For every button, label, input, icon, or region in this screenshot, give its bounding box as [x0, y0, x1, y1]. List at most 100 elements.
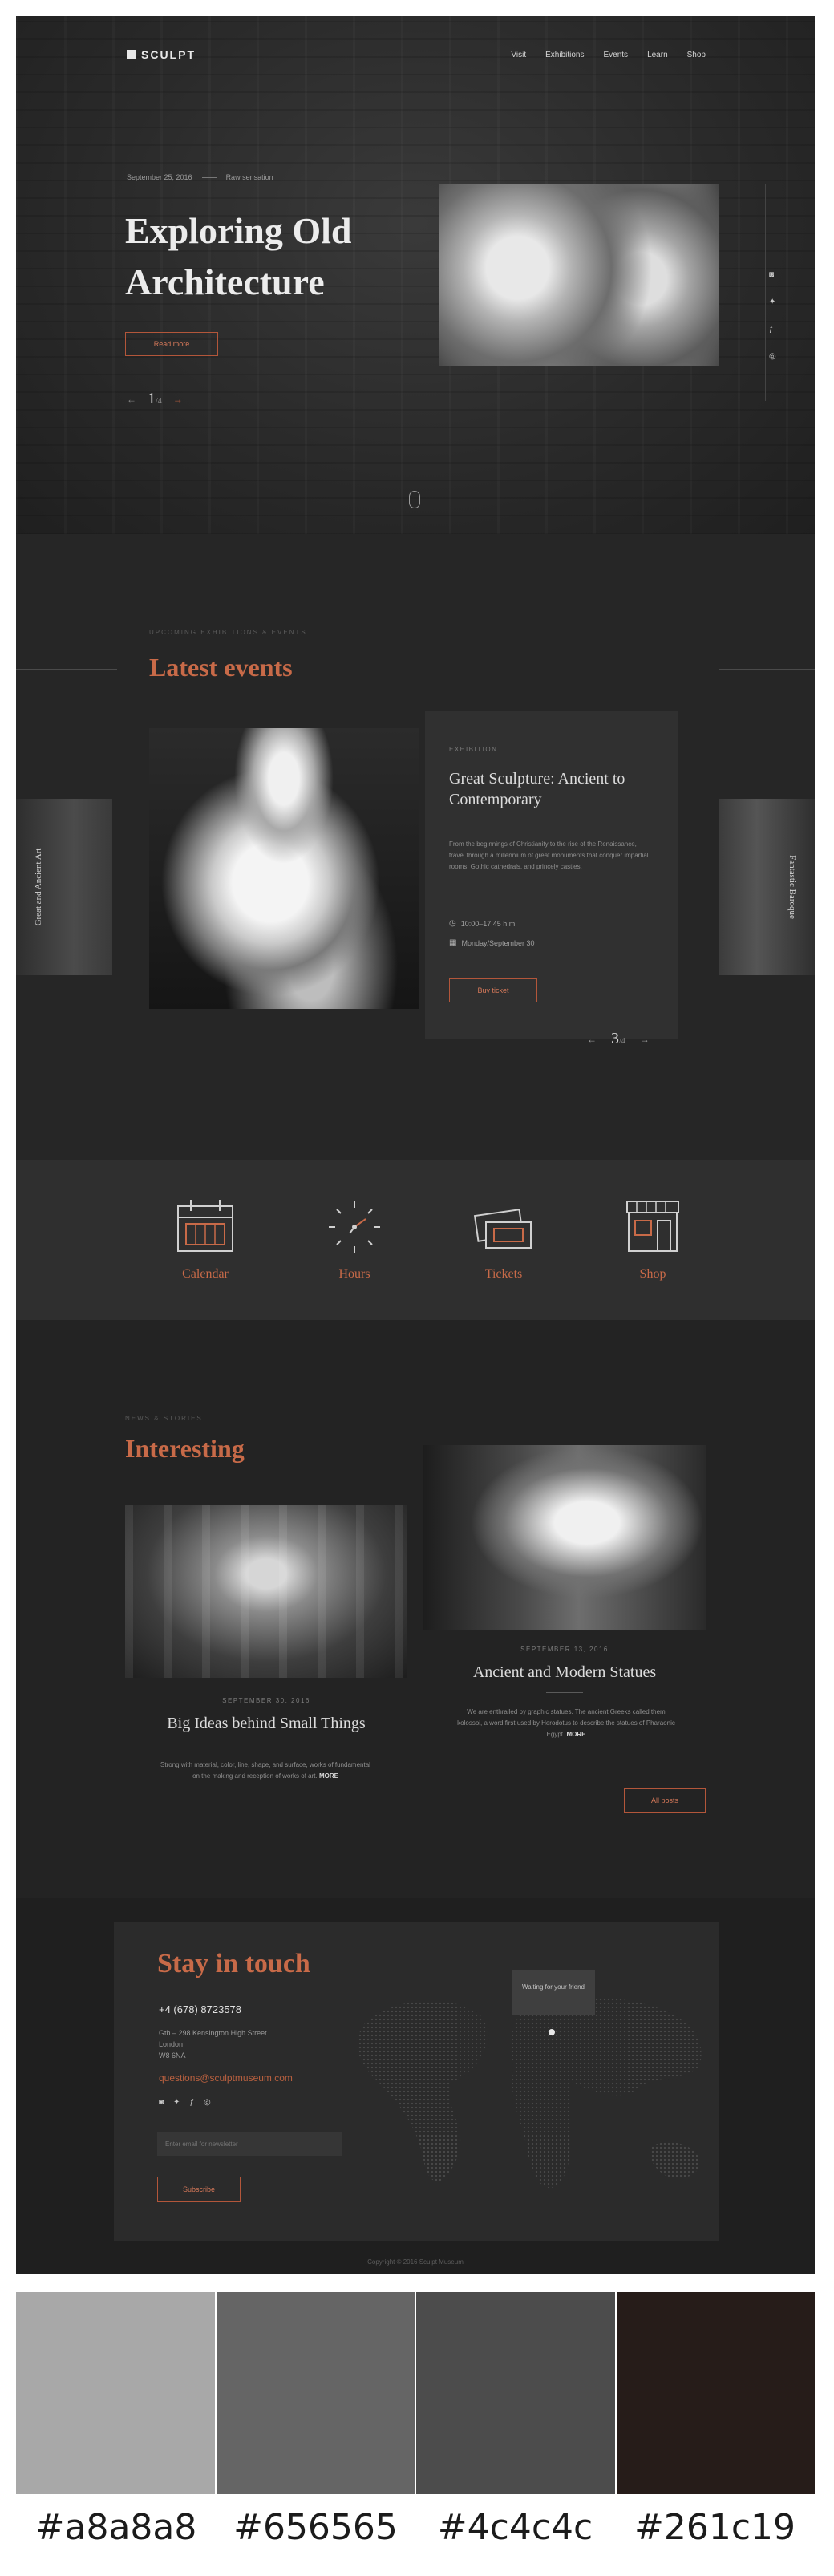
article-title[interactable]: Big Ideas behind Small Things [125, 1715, 407, 1733]
facebook-icon[interactable]: ƒ [189, 2098, 194, 2107]
event-time: ◷ 10:00–17:45 h.m. [449, 919, 517, 928]
article-description-text: Strong with material, color, line, shape… [160, 1761, 370, 1780]
palette-swatch [16, 2292, 215, 2494]
events-next-arrow-icon[interactable]: → [640, 1034, 650, 1045]
feature-shop-label: Shop [639, 1267, 666, 1281]
address-line: Gth – 298 Kensington High Street [159, 2029, 267, 2037]
events-pager: ← 3/4 → [587, 1030, 650, 1048]
dribbble-icon[interactable]: ◎ [769, 353, 776, 361]
hero-social-icons: ◙ ✦ ƒ ◎ [769, 271, 776, 361]
event-sculpture-image [149, 728, 419, 1009]
article-date: SEPTEMBER 13, 2016 [520, 1646, 609, 1653]
buy-ticket-button[interactable]: Buy ticket [449, 978, 537, 1002]
calendar-icon: ▦ [449, 938, 457, 947]
clock-icon [329, 1201, 380, 1253]
article-title[interactable]: Ancient and Modern Statues [423, 1663, 706, 1682]
hero-slide-current: 1 [148, 390, 156, 407]
palette-hex: #4c4c4c [437, 2507, 593, 2548]
events-current: 3 [611, 1030, 619, 1047]
hero-slide-counter: 1/4 [148, 390, 162, 408]
logo-mark [127, 50, 136, 59]
hero-meta: September 25, 2016 Raw sensation [127, 173, 273, 181]
event-card: EXHIBITION Great Sculpture: Ancient to C… [425, 711, 678, 1039]
interesting-eyebrow: NEWS & STORIES [125, 1415, 203, 1422]
contact-title: Stay in touch [157, 1949, 310, 1979]
newsletter-email-input[interactable] [157, 2132, 342, 2156]
palette-swatch [616, 2292, 815, 2494]
interesting-title: Interesting [125, 1434, 245, 1463]
event-name: Great Sculpture: Ancient to Contemporary [449, 770, 626, 808]
subscribe-button[interactable]: Subscribe [157, 2177, 241, 2202]
events-section: UPCOMING EXHIBITIONS & EVENTS Latest eve… [16, 534, 815, 1160]
twitter-icon[interactable]: ✦ [769, 298, 776, 306]
color-palette [16, 2292, 815, 2494]
nav-item-shop[interactable]: Shop [687, 51, 706, 59]
contact-section: Stay in touch +4 (678) 8723578 Gth – 298… [16, 1898, 815, 2274]
interesting-section: NEWS & STORIES Interesting SEPTEMBER 30,… [16, 1320, 815, 1898]
hero-sculpture-image [439, 184, 719, 366]
more-link[interactable]: MORE [319, 1772, 338, 1780]
main-nav: Visit Exhibitions Events Learn Shop [511, 51, 706, 59]
events-prev-arrow-icon[interactable]: ← [587, 1034, 597, 1045]
contact-email-link[interactable]: questions@sculptmuseum.com [159, 2072, 293, 2084]
contact-address: Gth – 298 Kensington High Street London … [159, 2027, 319, 2061]
map-tooltip: Waiting for your friend [512, 1970, 595, 2015]
feature-calendar[interactable]: Calendar [157, 1195, 253, 1282]
divider-line [16, 669, 117, 670]
event-category: EXHIBITION [449, 746, 498, 753]
feature-tickets-label: Tickets [484, 1267, 523, 1281]
article-description: Strong with material, color, line, shape… [157, 1760, 374, 1782]
event-time-text: 10:00–17:45 h.m. [460, 919, 517, 928]
more-link[interactable]: MORE [566, 1731, 585, 1738]
hero-next-arrow-icon[interactable]: → [173, 394, 183, 405]
logo-text: SCULPT [141, 48, 196, 61]
feature-hours[interactable]: Hours [306, 1195, 403, 1282]
event-date: ▦ Monday/September 30 [449, 938, 535, 947]
features-section: Calendar Hours Tickets Shop [16, 1160, 815, 1320]
read-more-button[interactable]: Read more [125, 332, 218, 356]
dribbble-icon[interactable]: ◎ [204, 2098, 211, 2107]
hero-slider-controls: ← 1/4 → [127, 390, 183, 408]
shop-icon [626, 1201, 679, 1252]
events-counter: 3/4 [611, 1030, 626, 1048]
nav-item-learn[interactable]: Learn [647, 51, 668, 59]
nav-item-visit[interactable]: Visit [511, 51, 526, 59]
scroll-indicator-icon[interactable] [409, 491, 420, 508]
events-title: Latest events [149, 653, 293, 682]
hero-prev-arrow-icon[interactable]: ← [127, 394, 136, 405]
contact-card: Stay in touch +4 (678) 8723578 Gth – 298… [114, 1922, 719, 2241]
palette-hex: #261c19 [634, 2507, 796, 2548]
article-description: We are enthralled by graphic statues. Th… [454, 1707, 678, 1740]
logo[interactable]: SCULPT [127, 48, 196, 61]
hero-section: SCULPT Visit Exhibitions Events Learn Sh… [16, 16, 815, 534]
hero-date: September 25, 2016 [127, 173, 192, 181]
event-card-previous[interactable]: Great and Ancient Art [16, 799, 112, 975]
calendar-icon [177, 1200, 233, 1252]
event-card-next[interactable]: Fantastic Baroque [719, 799, 815, 975]
contact-phone[interactable]: +4 (678) 8723578 [159, 2003, 241, 2015]
palette-hex-labels: #a8a8a8 #656565 #4c4c4c #261c19 [16, 2507, 815, 2548]
instagram-icon[interactable]: ◙ [159, 2098, 164, 2107]
event-card-previous-title: Great and Ancient Art [34, 848, 43, 926]
events-total: /4 [619, 1037, 626, 1046]
event-description: From the beginnings of Christianity to t… [449, 840, 649, 870]
instagram-icon[interactable]: ◙ [769, 271, 776, 279]
hero-title: Exploring Old Architecture [125, 210, 352, 302]
twitter-icon[interactable]: ✦ [173, 2098, 180, 2107]
article-image-gallery[interactable] [125, 1505, 407, 1678]
event-card-next-title: Fantastic Baroque [787, 855, 797, 919]
map-pin-icon[interactable] [549, 2029, 555, 2035]
nav-item-events[interactable]: Events [603, 51, 628, 59]
event-date-text: Monday/September 30 [461, 938, 535, 947]
facebook-icon[interactable]: ƒ [769, 326, 776, 334]
palette-hex: #656565 [233, 2507, 398, 2548]
feature-shop[interactable]: Shop [605, 1195, 701, 1282]
all-posts-button[interactable]: All posts [624, 1788, 706, 1813]
nav-item-exhibitions[interactable]: Exhibitions [545, 51, 584, 59]
article-image-statue[interactable] [423, 1445, 706, 1630]
feature-tickets[interactable]: Tickets [455, 1195, 552, 1282]
divider-line [719, 669, 815, 670]
feature-calendar-label: Calendar [182, 1267, 229, 1281]
events-eyebrow: UPCOMING EXHIBITIONS & EVENTS [149, 629, 307, 636]
tickets-icon [473, 1209, 532, 1249]
